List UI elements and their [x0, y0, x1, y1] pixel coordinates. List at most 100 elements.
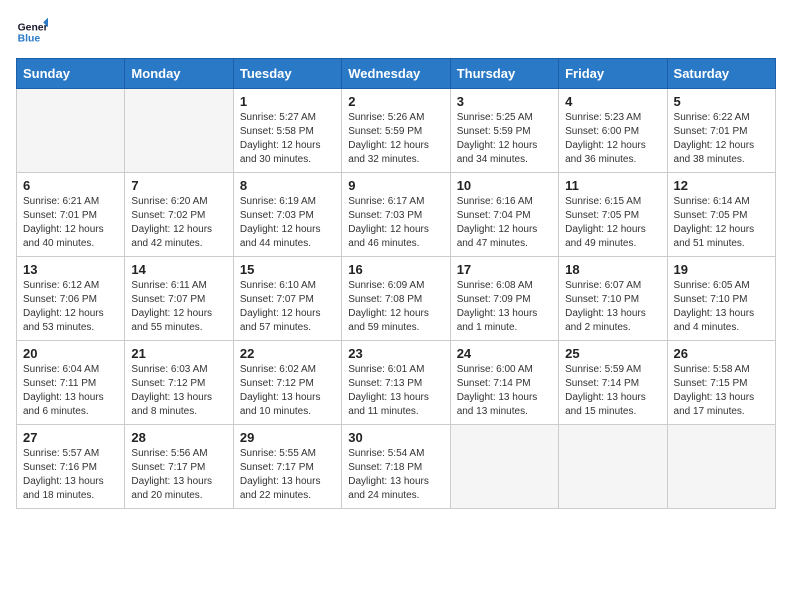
day-number: 16	[348, 262, 443, 277]
cell-info: Sunrise: 6:11 AM Sunset: 7:07 PM Dayligh…	[131, 279, 226, 335]
calendar-header-row: SundayMondayTuesdayWednesdayThursdayFrid…	[17, 59, 776, 89]
cell-info: Sunrise: 6:09 AM Sunset: 7:08 PM Dayligh…	[348, 279, 443, 335]
day-number: 9	[348, 178, 443, 193]
day-number: 8	[240, 178, 335, 193]
calendar-cell	[125, 89, 233, 173]
cell-info: Sunrise: 5:26 AM Sunset: 5:59 PM Dayligh…	[348, 111, 443, 167]
day-number: 29	[240, 430, 335, 445]
day-number: 17	[457, 262, 552, 277]
calendar-week-row: 13 Sunrise: 6:12 AM Sunset: 7:06 PM Dayli…	[17, 257, 776, 341]
cell-info: Sunrise: 6:00 AM Sunset: 7:14 PM Dayligh…	[457, 363, 552, 419]
weekday-header: Thursday	[450, 59, 558, 89]
calendar-cell: 9Sunrise: 6:17 AM Sunset: 7:03 PM Daylig…	[342, 173, 450, 257]
cell-info: Sunrise: 6:10 AM Sunset: 7:07 PM Dayligh…	[240, 279, 335, 335]
svg-text:Blue: Blue	[18, 34, 41, 45]
calendar-cell: 19 Sunrise: 6:05 AM Sunset: 7:10 PM Dayli…	[667, 257, 775, 341]
calendar-cell: 22 Sunrise: 6:02 AM Sunset: 7:12 PM Dayli…	[233, 341, 341, 425]
cell-info: Sunrise: 5:58 AM Sunset: 7:15 PM Dayligh…	[674, 363, 769, 419]
calendar-cell	[450, 425, 558, 509]
cell-info: Sunrise: 5:59 AM Sunset: 7:14 PM Dayligh…	[565, 363, 660, 419]
calendar-cell	[559, 425, 667, 509]
page-header: General Blue	[16, 16, 776, 48]
logo: General Blue	[16, 16, 52, 48]
svg-text:General: General	[18, 22, 48, 33]
day-number: 5	[674, 94, 769, 109]
cell-info: Sunrise: 6:19 AM Sunset: 7:03 PM Dayligh…	[240, 195, 335, 251]
day-number: 27	[23, 430, 118, 445]
cell-info: Sunrise: 6:16 AM Sunset: 7:04 PM Dayligh…	[457, 195, 552, 251]
day-number: 13	[23, 262, 118, 277]
day-number: 15	[240, 262, 335, 277]
day-number: 10	[457, 178, 552, 193]
calendar-cell: 15 Sunrise: 6:10 AM Sunset: 7:07 PM Dayli…	[233, 257, 341, 341]
cell-info: Sunrise: 6:20 AM Sunset: 7:02 PM Dayligh…	[131, 195, 226, 251]
calendar-cell: 28Sunrise: 5:56 AM Sunset: 7:17 PM Dayli…	[125, 425, 233, 509]
calendar-week-row: 1 Sunrise: 5:27 AM Sunset: 5:58 PM Daylig…	[17, 89, 776, 173]
day-number: 14	[131, 262, 226, 277]
logo-icon: General Blue	[16, 16, 48, 48]
day-number: 22	[240, 346, 335, 361]
calendar-table: SundayMondayTuesdayWednesdayThursdayFrid…	[16, 58, 776, 509]
weekday-header: Saturday	[667, 59, 775, 89]
calendar-cell: 29 Sunrise: 5:55 AM Sunset: 7:17 PM Dayli…	[233, 425, 341, 509]
calendar-cell: 26 Sunrise: 5:58 AM Sunset: 7:15 PM Dayli…	[667, 341, 775, 425]
calendar-cell: 18Sunrise: 6:07 AM Sunset: 7:10 PM Dayli…	[559, 257, 667, 341]
cell-info: Sunrise: 5:54 AM Sunset: 7:18 PM Dayligh…	[348, 447, 443, 503]
weekday-header: Monday	[125, 59, 233, 89]
day-number: 30	[348, 430, 443, 445]
cell-info: Sunrise: 6:05 AM Sunset: 7:10 PM Dayligh…	[674, 279, 769, 335]
calendar-cell: 17 Sunrise: 6:08 AM Sunset: 7:09 PM Dayli…	[450, 257, 558, 341]
calendar-cell: 7 Sunrise: 6:20 AM Sunset: 7:02 PM Daylig…	[125, 173, 233, 257]
calendar-cell: 4 Sunrise: 5:23 AM Sunset: 6:00 PM Daylig…	[559, 89, 667, 173]
calendar-body: 1 Sunrise: 5:27 AM Sunset: 5:58 PM Daylig…	[17, 89, 776, 509]
calendar-cell: 27Sunrise: 5:57 AM Sunset: 7:16 PM Dayli…	[17, 425, 125, 509]
day-number: 3	[457, 94, 552, 109]
calendar-cell	[667, 425, 775, 509]
cell-info: Sunrise: 6:12 AM Sunset: 7:06 PM Dayligh…	[23, 279, 118, 335]
calendar-cell	[17, 89, 125, 173]
cell-info: Sunrise: 6:21 AM Sunset: 7:01 PM Dayligh…	[23, 195, 118, 251]
cell-info: Sunrise: 5:23 AM Sunset: 6:00 PM Dayligh…	[565, 111, 660, 167]
day-number: 26	[674, 346, 769, 361]
weekday-header: Tuesday	[233, 59, 341, 89]
calendar-cell: 23 Sunrise: 6:01 AM Sunset: 7:13 PM Dayli…	[342, 341, 450, 425]
day-number: 2	[348, 94, 443, 109]
cell-info: Sunrise: 5:56 AM Sunset: 7:17 PM Dayligh…	[131, 447, 226, 503]
day-number: 25	[565, 346, 660, 361]
cell-info: Sunrise: 6:15 AM Sunset: 7:05 PM Dayligh…	[565, 195, 660, 251]
calendar-cell: 14 Sunrise: 6:11 AM Sunset: 7:07 PM Dayli…	[125, 257, 233, 341]
cell-info: Sunrise: 6:04 AM Sunset: 7:11 PM Dayligh…	[23, 363, 118, 419]
day-number: 11	[565, 178, 660, 193]
cell-info: Sunrise: 6:07 AM Sunset: 7:10 PM Dayligh…	[565, 279, 660, 335]
cell-info: Sunrise: 6:01 AM Sunset: 7:13 PM Dayligh…	[348, 363, 443, 419]
cell-info: Sunrise: 6:02 AM Sunset: 7:12 PM Dayligh…	[240, 363, 335, 419]
day-number: 20	[23, 346, 118, 361]
cell-info: Sunrise: 5:27 AM Sunset: 5:58 PM Dayligh…	[240, 111, 335, 167]
calendar-cell: 25 Sunrise: 5:59 AM Sunset: 7:14 PM Dayli…	[559, 341, 667, 425]
calendar-cell: 11 Sunrise: 6:15 AM Sunset: 7:05 PM Dayli…	[559, 173, 667, 257]
weekday-header: Wednesday	[342, 59, 450, 89]
cell-info: Sunrise: 6:08 AM Sunset: 7:09 PM Dayligh…	[457, 279, 552, 335]
calendar-week-row: 6 Sunrise: 6:21 AM Sunset: 7:01 PM Daylig…	[17, 173, 776, 257]
calendar-cell: 6 Sunrise: 6:21 AM Sunset: 7:01 PM Daylig…	[17, 173, 125, 257]
day-number: 7	[131, 178, 226, 193]
calendar-cell: 5 Sunrise: 6:22 AM Sunset: 7:01 PM Daylig…	[667, 89, 775, 173]
calendar-cell: 12 Sunrise: 6:14 AM Sunset: 7:05 PM Dayli…	[667, 173, 775, 257]
calendar-cell: 8 Sunrise: 6:19 AM Sunset: 7:03 PM Daylig…	[233, 173, 341, 257]
day-number: 1	[240, 94, 335, 109]
day-number: 6	[23, 178, 118, 193]
day-number: 12	[674, 178, 769, 193]
cell-info: Sunrise: 6:22 AM Sunset: 7:01 PM Dayligh…	[674, 111, 769, 167]
day-number: 23	[348, 346, 443, 361]
day-number: 19	[674, 262, 769, 277]
day-number: 24	[457, 346, 552, 361]
calendar-cell: 1 Sunrise: 5:27 AM Sunset: 5:58 PM Daylig…	[233, 89, 341, 173]
day-number: 4	[565, 94, 660, 109]
calendar-cell: 30 Sunrise: 5:54 AM Sunset: 7:18 PM Dayli…	[342, 425, 450, 509]
calendar-cell: 2 Sunrise: 5:26 AM Sunset: 5:59 PM Daylig…	[342, 89, 450, 173]
cell-info: Sunrise: 5:55 AM Sunset: 7:17 PM Dayligh…	[240, 447, 335, 503]
calendar-cell: 3Sunrise: 5:25 AM Sunset: 5:59 PM Daylig…	[450, 89, 558, 173]
cell-info: Sunrise: 6:14 AM Sunset: 7:05 PM Dayligh…	[674, 195, 769, 251]
calendar-cell: 10 Sunrise: 6:16 AM Sunset: 7:04 PM Dayli…	[450, 173, 558, 257]
calendar-week-row: 20 Sunrise: 6:04 AM Sunset: 7:11 PM Dayli…	[17, 341, 776, 425]
